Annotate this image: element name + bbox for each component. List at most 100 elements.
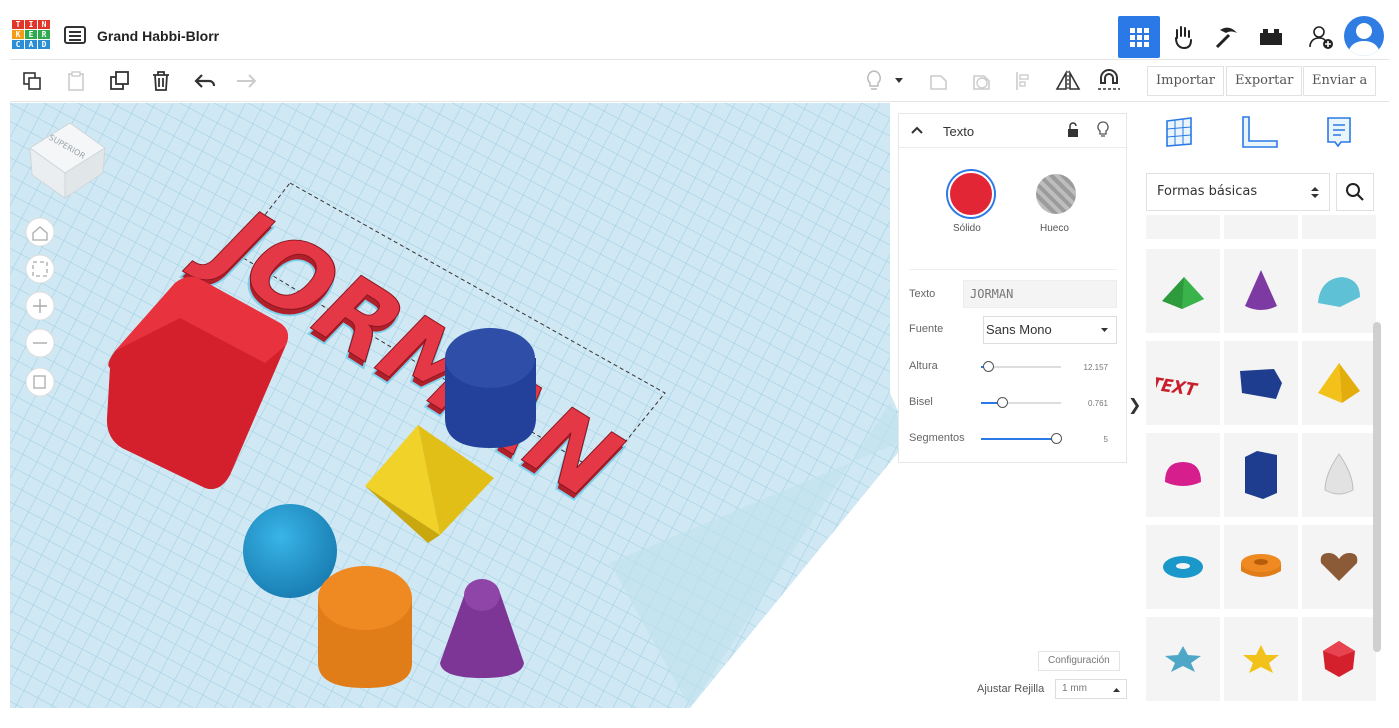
shape-text[interactable]: TEXT bbox=[1146, 341, 1220, 425]
text-property-label: Texto bbox=[909, 288, 936, 300]
duplicate-icon[interactable] bbox=[106, 68, 134, 94]
ungroup-icon[interactable] bbox=[968, 68, 996, 94]
hole-label: Hueco bbox=[1040, 223, 1069, 234]
hand-icon[interactable] bbox=[1162, 16, 1204, 58]
font-select-value: Sans Mono bbox=[986, 322, 1052, 337]
logo-letter: N bbox=[38, 20, 50, 29]
bevel-label: Bisel bbox=[909, 396, 933, 408]
caret-down-icon[interactable] bbox=[892, 68, 906, 94]
shape-tile[interactable] bbox=[1146, 215, 1220, 239]
font-select[interactable]: Sans Mono bbox=[983, 316, 1117, 344]
bevel-slider[interactable] bbox=[981, 397, 1061, 408]
height-slider[interactable] bbox=[981, 361, 1061, 372]
shape-category-select[interactable]: Formas básicas bbox=[1146, 173, 1330, 211]
mirror-icon[interactable] bbox=[1054, 68, 1082, 94]
shape-half-cylinder[interactable] bbox=[1302, 249, 1376, 333]
logo-letter: D bbox=[38, 40, 50, 49]
shape-tile[interactable] bbox=[1224, 215, 1298, 239]
search-button[interactable] bbox=[1336, 173, 1374, 211]
avatar[interactable] bbox=[1344, 16, 1384, 56]
text-shape-glyph: TEXT bbox=[1156, 374, 1200, 400]
shape-half-sphere[interactable] bbox=[1146, 433, 1220, 517]
logo-letter: A bbox=[25, 40, 37, 49]
shape-category-value: Formas básicas bbox=[1157, 184, 1258, 199]
shape-polygon[interactable] bbox=[1224, 341, 1298, 425]
snap-grid-label: Ajustar Rejilla bbox=[977, 683, 1045, 695]
shape-icosahedron[interactable] bbox=[1302, 617, 1376, 701]
palette-scrollbar[interactable] bbox=[1373, 322, 1381, 652]
notes-icon[interactable] bbox=[1318, 111, 1360, 153]
search-icon bbox=[1346, 183, 1364, 201]
text-input[interactable]: JORMAN bbox=[963, 280, 1117, 308]
delete-icon[interactable] bbox=[147, 68, 175, 94]
logo-letter: R bbox=[38, 30, 50, 39]
zoom-in-button[interactable] bbox=[25, 291, 55, 321]
add-user-icon[interactable] bbox=[1300, 16, 1342, 58]
paste-icon[interactable] bbox=[62, 68, 90, 94]
undo-icon[interactable] bbox=[191, 68, 219, 94]
inspector-title: Texto bbox=[943, 124, 975, 139]
group-icon[interactable] bbox=[925, 68, 953, 94]
shape-hexagonal-prism[interactable] bbox=[1224, 433, 1298, 517]
solid-button[interactable] bbox=[948, 171, 994, 217]
snap-grid-value: 1 mm bbox=[1062, 683, 1087, 694]
design-list-icon[interactable] bbox=[64, 26, 86, 44]
zoom-out-button[interactable] bbox=[25, 328, 55, 358]
copy-icon[interactable] bbox=[18, 68, 46, 94]
logo-letter: E bbox=[25, 30, 37, 39]
home-view-button[interactable] bbox=[25, 217, 55, 247]
bulb-icon[interactable] bbox=[1097, 121, 1109, 139]
shape-palette: Formas básicas TEXT bbox=[1140, 103, 1380, 708]
snap-grid-select[interactable]: 1 mm bbox=[1055, 679, 1127, 699]
collapse-chevron-icon[interactable] bbox=[911, 126, 923, 134]
shape-star[interactable] bbox=[1146, 617, 1220, 701]
workplane-icon[interactable] bbox=[1158, 111, 1200, 153]
height-label: Altura bbox=[909, 360, 938, 372]
design-title[interactable]: Grand Habbi-Blorr bbox=[97, 28, 219, 44]
grid-view-icon[interactable] bbox=[1118, 16, 1160, 58]
ortho-view-button[interactable] bbox=[25, 367, 55, 397]
settings-button[interactable]: Configuración bbox=[1038, 651, 1120, 671]
logo-letter: T bbox=[12, 20, 24, 29]
shape-cone[interactable] bbox=[1224, 249, 1298, 333]
redo-icon[interactable] bbox=[232, 68, 260, 94]
shape-torus[interactable] bbox=[1146, 525, 1220, 609]
orange-cylinder-object[interactable] bbox=[318, 566, 412, 688]
magnet-icon[interactable] bbox=[1095, 68, 1123, 94]
hole-button[interactable] bbox=[1036, 174, 1076, 214]
shape-inspector: Texto Sólido Hueco Texto JORMAN Fuente S… bbox=[898, 113, 1127, 463]
shape-wedge[interactable] bbox=[1146, 249, 1220, 333]
shape-star-yellow[interactable] bbox=[1224, 617, 1298, 701]
segments-value: 5 bbox=[1103, 435, 1108, 444]
pickaxe-icon[interactable] bbox=[1206, 16, 1248, 58]
segments-label: Segmentos bbox=[909, 432, 965, 444]
export-button[interactable]: Exportar bbox=[1226, 66, 1303, 96]
lock-icon[interactable] bbox=[1067, 122, 1079, 138]
send-to-button[interactable]: Enviar a bbox=[1303, 66, 1377, 96]
light-icon[interactable] bbox=[860, 68, 888, 94]
caret-up-icon bbox=[1113, 688, 1120, 692]
align-icon[interactable] bbox=[1010, 68, 1038, 94]
solid-label: Sólido bbox=[953, 223, 981, 234]
shape-pyramid[interactable] bbox=[1302, 341, 1376, 425]
shape-tile[interactable] bbox=[1302, 215, 1376, 239]
tinkercad-logo[interactable]: T I N K E R C A D bbox=[12, 20, 52, 52]
bevel-value: 0.761 bbox=[1087, 399, 1108, 408]
height-value: 12.157 bbox=[1083, 363, 1108, 372]
ruler-icon[interactable] bbox=[1238, 111, 1280, 153]
shape-tube[interactable] bbox=[1224, 525, 1298, 609]
panel-collapse-arrow[interactable]: ❯ bbox=[1128, 385, 1141, 425]
cylinder-object[interactable] bbox=[445, 328, 536, 448]
updown-icon bbox=[1311, 187, 1319, 198]
segments-slider[interactable] bbox=[981, 433, 1062, 444]
logo-letter: K bbox=[12, 30, 24, 39]
import-button[interactable]: Importar bbox=[1147, 66, 1225, 96]
shape-heart[interactable] bbox=[1302, 525, 1376, 609]
shape-paraboloid[interactable] bbox=[1302, 433, 1376, 517]
edit-toolbar: Importar Exportar Enviar a bbox=[10, 60, 1389, 102]
brick-icon[interactable] bbox=[1250, 16, 1292, 58]
caret-down-icon bbox=[1101, 328, 1108, 332]
logo-letter: I bbox=[25, 20, 37, 29]
logo-letter: C bbox=[12, 40, 24, 49]
fit-view-button[interactable] bbox=[25, 254, 55, 284]
